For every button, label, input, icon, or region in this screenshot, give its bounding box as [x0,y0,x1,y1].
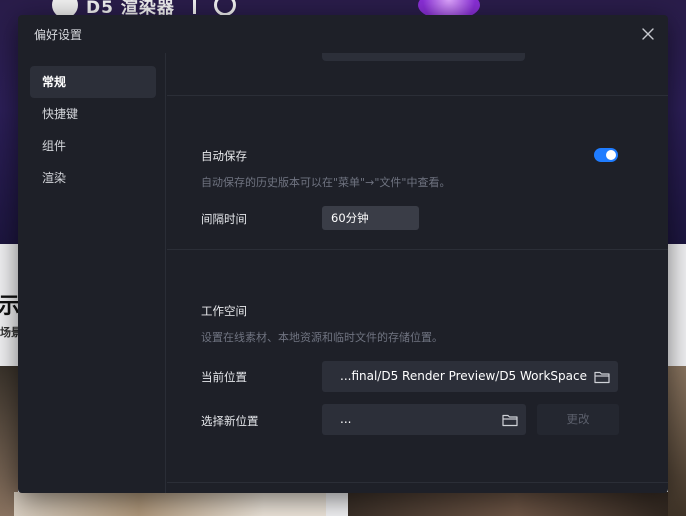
autosave-description: 自动保存的历史版本可以在"菜单"→"文件"中查看。 [201,176,451,189]
new-location-path: ... [340,412,352,426]
preferences-dialog: 偏好设置 常规 快捷键 组件 渲染 自动保存 自动保存的历史版本可以在"菜单"→… [18,15,668,493]
close-button[interactable] [638,24,658,44]
workspace-description: 设置在线素材、本地资源和临时文件的存储位置。 [201,331,443,344]
autosave-toggle[interactable] [594,148,618,162]
sidebar-item-label: 组件 [42,139,67,153]
toggle-knob [606,150,616,160]
logo-separator [192,0,196,14]
change-location-button[interactable]: 更改 [537,404,619,435]
current-location-field: ...final/D5 Render Preview/D5 WorkSpace [322,361,618,392]
sidebar-item-label: 快捷键 [42,107,79,121]
open-current-folder-button[interactable] [594,369,612,387]
sidebar-item-shortcuts[interactable]: 快捷键 [30,98,156,130]
partner-logo-icon [213,0,236,16]
section-divider [167,249,668,250]
folder-icon [594,371,610,384]
new-location-field[interactable]: ... [322,404,526,435]
browse-folder-button[interactable] [502,412,520,430]
gallery-image [14,492,326,516]
autosave-label: 自动保存 [201,149,247,163]
gallery-image [668,366,686,516]
previous-setting-field[interactable] [322,53,525,61]
dialog-title: 偏好设置 [34,28,83,42]
interval-select[interactable]: 60分钟 [322,206,419,230]
new-location-label: 选择新位置 [201,414,259,428]
background-logo: D5 渲染器 [52,0,236,18]
settings-content[interactable]: 自动保存 自动保存的历史版本可以在"菜单"→"文件"中查看。 间隔时间 60分钟… [167,53,668,493]
section-divider [167,95,668,96]
sidebar-item-label: 常规 [42,75,67,89]
current-location-label: 当前位置 [201,370,247,384]
sidebar-item-general[interactable]: 常规 [30,66,156,98]
current-location-path: ...final/D5 Render Preview/D5 WorkSpace [340,369,587,383]
dialog-header: 偏好设置 [18,15,668,53]
sidebar-item-rendering[interactable]: 渲染 [30,162,156,194]
gallery-image [348,492,686,516]
settings-sidebar: 常规 快捷键 组件 渲染 [18,53,166,493]
sidebar-item-label: 渲染 [42,171,67,185]
section-divider [167,482,668,483]
folder-icon [502,414,518,427]
background-heading: 示 [0,294,21,319]
workspace-title: 工作空间 [201,304,247,318]
sidebar-item-components[interactable]: 组件 [30,130,156,162]
interval-label: 间隔时间 [201,212,247,226]
close-icon [642,28,654,40]
